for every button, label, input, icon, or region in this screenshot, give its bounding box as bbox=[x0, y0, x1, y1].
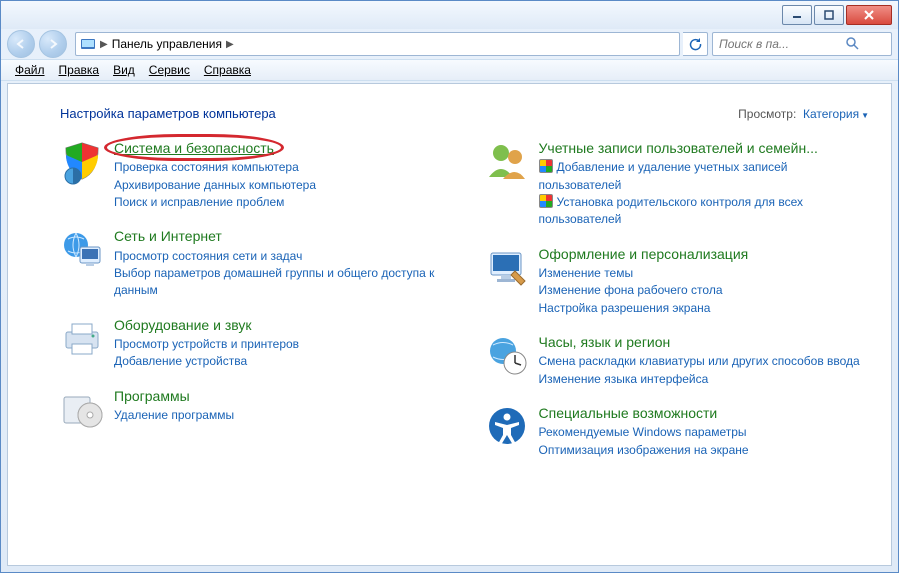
search-box[interactable] bbox=[712, 32, 892, 56]
control-panel-window: ▶ Панель управления ▶ Файл Правка Вид Се… bbox=[0, 0, 899, 573]
category-title-system-security[interactable]: Система и безопасность bbox=[114, 139, 274, 157]
task-add-remove-accounts[interactable]: Добавление и удаление учетных записей по… bbox=[539, 159, 870, 194]
category-clock-language-region: Часы, язык и регион Смена раскладки клав… bbox=[485, 333, 870, 388]
address-bar[interactable]: ▶ Панель управления ▶ bbox=[75, 32, 680, 56]
ease-of-access-icon bbox=[485, 404, 529, 448]
task-add-device[interactable]: Добавление устройства bbox=[114, 353, 299, 370]
titlebar bbox=[1, 1, 898, 29]
category-title-ease[interactable]: Специальные возможности bbox=[539, 404, 749, 422]
category-title-clock[interactable]: Часы, язык и регион bbox=[539, 333, 860, 351]
minimize-button[interactable] bbox=[782, 5, 812, 25]
search-input[interactable] bbox=[717, 36, 841, 52]
category-hardware-sound: Оборудование и звук Просмотр устройств и… bbox=[60, 316, 445, 371]
category-title-hardware[interactable]: Оборудование и звук bbox=[114, 316, 299, 334]
menu-view[interactable]: Вид bbox=[107, 61, 141, 79]
search-icon bbox=[845, 36, 859, 53]
breadcrumb-separator-icon: ▶ bbox=[226, 39, 234, 50]
chevron-down-icon: ▼ bbox=[861, 111, 869, 120]
navbar: ▶ Панель управления ▶ bbox=[1, 29, 898, 59]
control-panel-icon bbox=[80, 36, 96, 52]
content-pane: Настройка параметров компьютера Просмотр… bbox=[7, 83, 892, 566]
category-title-users[interactable]: Учетные записи пользователей и семейн... bbox=[539, 139, 870, 157]
category-system-security: Система и безопасность Проверка состояни… bbox=[60, 139, 445, 211]
view-by: Просмотр: Категория▼ bbox=[738, 107, 869, 121]
category-title-network[interactable]: Сеть и Интернет bbox=[114, 227, 445, 245]
maximize-button[interactable] bbox=[814, 5, 844, 25]
menu-file[interactable]: Файл bbox=[9, 61, 51, 79]
task-keyboard-layout[interactable]: Смена раскладки клавиатуры или других сп… bbox=[539, 353, 860, 370]
close-button[interactable] bbox=[846, 5, 892, 25]
monitor-personalize-icon bbox=[485, 245, 529, 289]
category-network-internet: Сеть и Интернет Просмотр состояния сети … bbox=[60, 227, 445, 299]
right-column: Учетные записи пользователей и семейн...… bbox=[485, 139, 870, 475]
clock-globe-icon bbox=[485, 333, 529, 377]
category-ease-of-access: Специальные возможности Рекомендуемые Wi… bbox=[485, 404, 870, 459]
task-network-status[interactable]: Просмотр состояния сети и задач bbox=[114, 248, 445, 265]
task-screen-resolution[interactable]: Настройка разрешения экрана bbox=[539, 300, 749, 317]
view-by-dropdown[interactable]: Категория▼ bbox=[803, 107, 869, 121]
page-title: Настройка параметров компьютера bbox=[60, 106, 276, 121]
shield-icon bbox=[60, 139, 104, 183]
task-recommended-settings[interactable]: Рекомендуемые Windows параметры bbox=[539, 424, 749, 441]
printer-icon bbox=[60, 316, 104, 360]
forward-button[interactable] bbox=[39, 30, 67, 58]
programs-disc-icon bbox=[60, 387, 104, 431]
task-display-language[interactable]: Изменение языка интерфейса bbox=[539, 371, 860, 388]
breadcrumb-root[interactable]: Панель управления bbox=[112, 37, 222, 51]
category-appearance: Оформление и персонализация Изменение те… bbox=[485, 245, 870, 317]
task-homegroup[interactable]: Выбор параметров домашней группы и общег… bbox=[114, 265, 445, 300]
task-change-theme[interactable]: Изменение темы bbox=[539, 265, 749, 282]
task-parental-controls[interactable]: Установка родительского контроля для все… bbox=[539, 194, 870, 229]
task-check-status[interactable]: Проверка состояния компьютера bbox=[114, 159, 316, 176]
category-title-appearance[interactable]: Оформление и персонализация bbox=[539, 245, 749, 263]
people-icon bbox=[485, 139, 529, 183]
back-button[interactable] bbox=[7, 30, 35, 58]
task-change-wallpaper[interactable]: Изменение фона рабочего стола bbox=[539, 282, 749, 299]
menu-edit[interactable]: Правка bbox=[53, 61, 106, 79]
category-user-accounts: Учетные записи пользователей и семейн...… bbox=[485, 139, 870, 229]
left-column: Система и безопасность Проверка состояни… bbox=[60, 139, 445, 475]
task-troubleshoot[interactable]: Поиск и исправление проблем bbox=[114, 194, 316, 211]
refresh-button[interactable] bbox=[683, 32, 708, 56]
category-programs: Программы Удаление программы bbox=[60, 387, 445, 431]
task-optimize-display[interactable]: Оптимизация изображения на экране bbox=[539, 442, 749, 459]
task-backup[interactable]: Архивирование данных компьютера bbox=[114, 177, 316, 194]
task-uninstall[interactable]: Удаление программы bbox=[114, 407, 234, 424]
view-by-label: Просмотр: bbox=[738, 107, 796, 121]
breadcrumb-separator-icon: ▶ bbox=[100, 39, 108, 50]
menu-help[interactable]: Справка bbox=[198, 61, 257, 79]
category-title-programs[interactable]: Программы bbox=[114, 387, 234, 405]
task-devices-printers[interactable]: Просмотр устройств и принтеров bbox=[114, 336, 299, 353]
menu-tools[interactable]: Сервис bbox=[143, 61, 196, 79]
menubar: Файл Правка Вид Сервис Справка bbox=[1, 59, 898, 81]
network-globe-icon bbox=[60, 227, 104, 271]
